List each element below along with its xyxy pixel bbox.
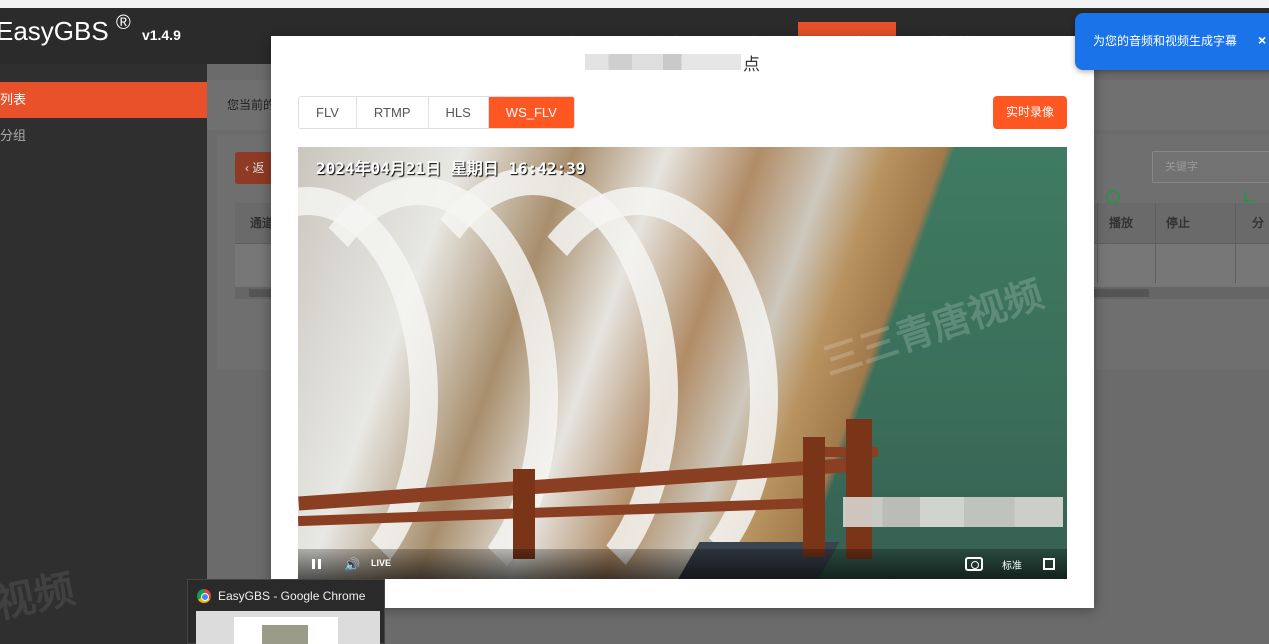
column-stop: 停止 xyxy=(1166,216,1191,230)
breadcrumb: 您当前的 xyxy=(227,98,276,112)
fullscreen-icon[interactable] xyxy=(1043,558,1055,570)
live-record-button[interactable]: 实时录像 xyxy=(993,96,1067,129)
app-version: v1.4.9 xyxy=(141,27,181,43)
preview-thumbnail xyxy=(196,611,380,644)
share-icon[interactable] xyxy=(1244,190,1256,202)
column-separator xyxy=(1097,203,1098,283)
camera-icon[interactable] xyxy=(965,557,983,571)
column-separator xyxy=(1235,203,1236,283)
column-separator xyxy=(1155,203,1156,283)
chrome-icon xyxy=(197,589,211,603)
column-share: 分 xyxy=(1252,216,1265,230)
play-icon[interactable] xyxy=(1106,190,1120,204)
brand-mark: ® xyxy=(115,12,131,34)
player-controls: 🔊 LIVE 标准 xyxy=(298,549,1067,579)
tab-flv[interactable]: FLV xyxy=(299,97,357,128)
fence-post xyxy=(513,469,535,559)
redacted-area xyxy=(843,497,1063,527)
dialog-title: 点 xyxy=(743,55,760,74)
video-timestamp: 2024年04月21日 星期日 16:42:39 xyxy=(316,159,586,178)
sidebar-watermark: 视频 xyxy=(0,567,79,627)
pause-icon[interactable] xyxy=(312,559,321,569)
video-player-dialog: 点 × FLV RTMP HLS WS_FLV 实时录像 三三青唐视频 2024… xyxy=(271,36,1094,608)
stream-format-tabs: FLV RTMP HLS WS_FLV xyxy=(298,96,575,129)
brand-logo[interactable]: EasyGBS ® v1.4.9 xyxy=(0,12,181,47)
sidebar: 列表 分组 视频 xyxy=(0,64,207,644)
taskbar-window-preview[interactable]: EasyGBS - Google Chrome xyxy=(187,579,385,644)
tab-rtmp[interactable]: RTMP xyxy=(356,97,429,128)
tab-ws-flv[interactable]: WS_FLV xyxy=(488,97,574,128)
quality-selector[interactable]: 标准 xyxy=(1002,557,1022,572)
volume-icon[interactable]: 🔊 xyxy=(344,557,360,573)
fence-post xyxy=(803,437,825,557)
brand-name: EasyGBS xyxy=(0,16,109,46)
fence-post xyxy=(846,419,872,559)
sidebar-item-group[interactable]: 分组 xyxy=(0,118,207,154)
preview-title: EasyGBS - Google Chrome xyxy=(218,589,366,603)
tab-hls[interactable]: HLS xyxy=(428,97,489,128)
redacted-title xyxy=(585,54,741,70)
back-label: 返 xyxy=(252,161,265,175)
close-icon[interactable]: × xyxy=(1258,32,1266,48)
column-play: 播放 xyxy=(1109,216,1134,230)
sidebar-item-list[interactable]: 列表 xyxy=(0,82,207,118)
keyword-input[interactable]: 关键字 xyxy=(1152,151,1269,183)
caption-toast[interactable]: 为您的音频和视频生成字幕 xyxy=(1075,13,1269,70)
video-player[interactable]: 三三青唐视频 2024年04月21日 星期日 16:42:39 🔊 LIVE 标… xyxy=(298,147,1067,579)
live-indicator: LIVE xyxy=(371,558,392,568)
